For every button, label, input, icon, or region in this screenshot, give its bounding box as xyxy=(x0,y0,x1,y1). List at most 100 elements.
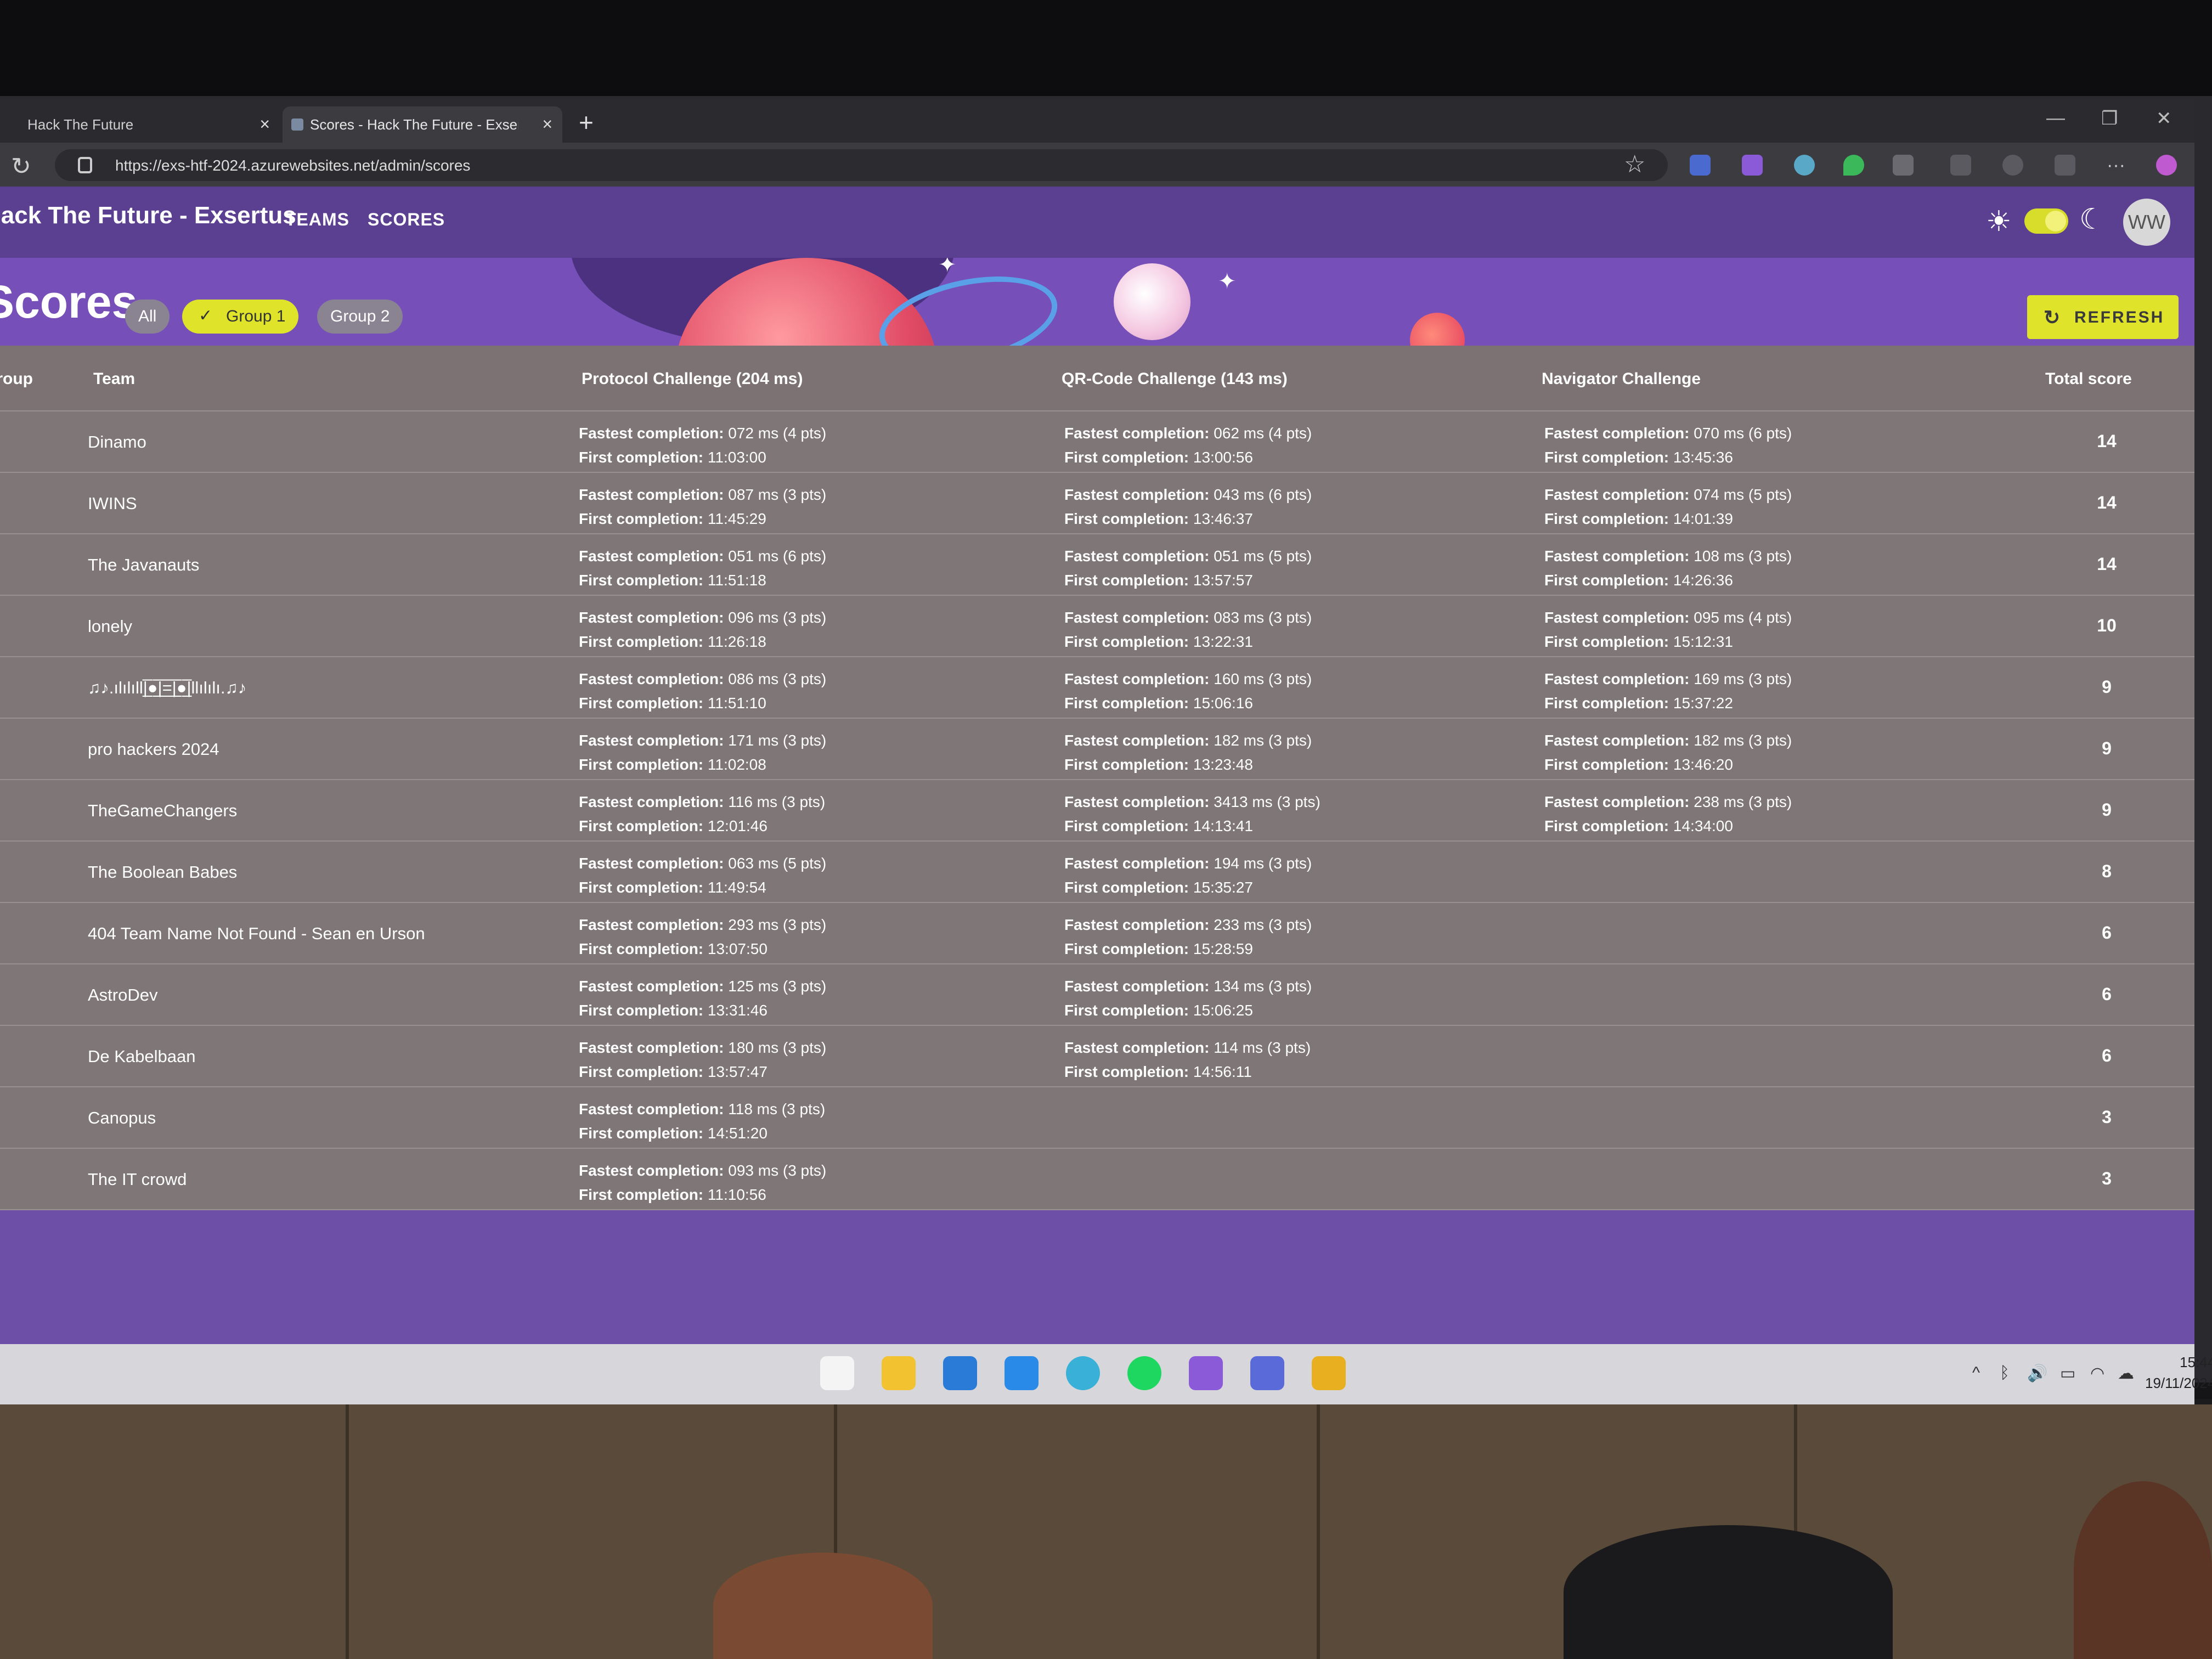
team-name: Dinamo xyxy=(88,432,146,452)
restore-icon[interactable]: ❐ xyxy=(2101,108,2118,129)
edge-icon[interactable] xyxy=(1066,1356,1100,1390)
table-row[interactable]: IWINS Fastest completion: 087 ms (3 pts) F… xyxy=(0,473,2194,534)
favorites-icon[interactable] xyxy=(1950,155,1971,176)
snipping-tool-icon[interactable] xyxy=(1312,1356,1346,1390)
first-line: First completion: 14:13:41 xyxy=(1064,814,1321,838)
extension-icon[interactable] xyxy=(1794,155,1815,176)
protocol-cell: Fastest completion: 063 ms (5 pts) First … xyxy=(579,851,826,900)
table-row[interactable]: ♫♪.ılılıll|̲̅̅●̲̅̅|̲̅̅=̲̅̅|̲̅̅●̲̅̅|llılı… xyxy=(0,657,2194,719)
extension-icon[interactable] xyxy=(1742,155,1763,176)
table-row[interactable]: The IT crowd Fastest completion: 093 ms (… xyxy=(0,1149,2194,1210)
total-score: 14 xyxy=(2097,554,2117,574)
reload-icon[interactable]: ↻ xyxy=(11,153,31,180)
brand-title[interactable]: Hack The Future - Exsertus xyxy=(0,202,296,229)
store-icon[interactable] xyxy=(820,1356,854,1390)
fastest-label: Fastest completion: xyxy=(1064,916,1210,933)
first-label: First completion: xyxy=(579,1002,704,1019)
theme-toggle[interactable] xyxy=(2024,208,2068,234)
first-value: 11:51:10 xyxy=(707,695,766,712)
close-icon[interactable]: × xyxy=(259,114,270,134)
copilot-icon[interactable] xyxy=(2156,155,2177,176)
lock-icon[interactable] xyxy=(78,157,92,173)
wifi-icon[interactable]: ◠ xyxy=(2090,1364,2104,1383)
teams-icon[interactable] xyxy=(1250,1356,1284,1390)
window-close-icon[interactable]: ✕ xyxy=(2156,108,2172,129)
col-team[interactable]: Team xyxy=(93,370,135,388)
fastest-line: Fastest completion: 095 ms (4 pts) xyxy=(1544,606,1792,630)
table-row[interactable]: The Javanauts Fastest completion: 051 ms … xyxy=(0,534,2194,596)
outlook-icon[interactable] xyxy=(943,1356,977,1390)
refresh-button[interactable]: ↻ REFRESH xyxy=(2027,295,2179,339)
fastest-line: Fastest completion: 083 ms (3 pts) xyxy=(1064,606,1312,630)
qr-cell: Fastest completion: 062 ms (4 pts) First … xyxy=(1064,421,1312,470)
nav-teams[interactable]: TEAMS xyxy=(285,210,349,230)
puzzle-icon[interactable] xyxy=(1893,155,1914,176)
nav-scores[interactable]: SCORES xyxy=(368,210,445,230)
first-value: 11:26:18 xyxy=(707,633,766,650)
col-navigator[interactable]: Navigator Challenge xyxy=(1542,370,1701,388)
fastest-value: 062 ms (4 pts) xyxy=(1214,425,1312,442)
onedrive-icon[interactable]: ☁ xyxy=(2118,1364,2134,1383)
table-row[interactable]: Canopus Fastest completion: 118 ms (3 pts… xyxy=(0,1087,2194,1149)
table-row[interactable]: TheGameChangers Fastest completion: 116 m… xyxy=(0,780,2194,842)
screenshot-icon[interactable] xyxy=(2055,155,2075,176)
tab-hack-the-future[interactable]: Hack The Future × xyxy=(0,106,280,143)
col-total[interactable]: Total score xyxy=(2045,370,2132,388)
table-row[interactable]: pro hackers 2024 Fastest completion: 171 … xyxy=(0,719,2194,780)
col-group[interactable]: Group xyxy=(0,370,33,388)
fastest-label: Fastest completion: xyxy=(1064,732,1210,749)
tray-expand-icon[interactable]: ^ xyxy=(1972,1364,1980,1383)
close-icon[interactable]: × xyxy=(542,114,552,134)
first-line: First completion: 13:57:47 xyxy=(579,1060,826,1084)
more-icon[interactable]: ··· xyxy=(2107,155,2128,176)
clock[interactable]: 15:44 19/11/2024 xyxy=(2145,1352,2212,1393)
first-line: First completion: 15:35:27 xyxy=(1064,876,1312,900)
table-row[interactable]: De Kabelbaan Fastest completion: 180 ms (… xyxy=(0,1026,2194,1087)
table-row[interactable]: Dinamo Fastest completion: 072 ms (4 pts)… xyxy=(0,411,2194,473)
new-tab-icon[interactable]: + xyxy=(579,108,594,137)
fastest-line: Fastest completion: 086 ms (3 pts) xyxy=(579,667,826,691)
table-row[interactable]: AstroDev Fastest completion: 125 ms (3 pt… xyxy=(0,964,2194,1026)
first-line: First completion: 14:34:00 xyxy=(1544,814,1792,838)
fastest-label: Fastest completion: xyxy=(1544,486,1690,503)
minimize-icon[interactable]: — xyxy=(2046,108,2065,129)
first-label: First completion: xyxy=(1064,1002,1189,1019)
first-value: 14:26:36 xyxy=(1673,572,1733,589)
fastest-label: Fastest completion: xyxy=(579,855,724,872)
fastest-label: Fastest completion: xyxy=(579,1162,724,1179)
first-label: First completion: xyxy=(579,1125,704,1142)
col-protocol[interactable]: Protocol Challenge (204 ms) xyxy=(582,370,803,388)
history-icon[interactable] xyxy=(2002,155,2023,176)
first-line: First completion: 13:57:57 xyxy=(1064,568,1312,592)
filter-group-2[interactable]: Group 2 xyxy=(317,300,403,334)
tab-scores[interactable]: Scores - Hack The Future - Exsertus × xyxy=(283,106,562,143)
first-label: First completion: xyxy=(579,940,704,957)
display-icon[interactable]: ▭ xyxy=(2060,1364,2075,1383)
navigator-cell: Fastest completion: 169 ms (3 pts) First … xyxy=(1544,667,1792,715)
visual-studio-icon[interactable] xyxy=(1189,1356,1223,1390)
first-value: 15:12:31 xyxy=(1673,633,1733,650)
filter-all[interactable]: All xyxy=(125,300,170,334)
table-row[interactable]: lonely Fastest completion: 096 ms (3 pts)… xyxy=(0,596,2194,657)
address-bar[interactable]: https://exs-htf-2024.azurewebsites.net/a… xyxy=(55,149,1668,181)
table-row[interactable]: 404 Team Name Not Found - Sean en Urson F… xyxy=(0,903,2194,964)
bluetooth-icon[interactable]: ᛒ xyxy=(2000,1364,2010,1383)
navigator-cell: Fastest completion: 070 ms (6 pts) First … xyxy=(1544,421,1792,470)
extension-icon[interactable] xyxy=(1690,155,1711,176)
fastest-label: Fastest completion: xyxy=(1064,855,1210,872)
file-explorer-icon[interactable] xyxy=(882,1356,916,1390)
fastest-label: Fastest completion: xyxy=(1064,1039,1210,1056)
shield-icon[interactable] xyxy=(1843,155,1864,176)
qr-cell: Fastest completion: 083 ms (3 pts) First … xyxy=(1064,606,1312,654)
fastest-value: 118 ms (3 pts) xyxy=(728,1101,826,1118)
spotify-icon[interactable] xyxy=(1127,1356,1161,1390)
clock-time: 15:44 xyxy=(2180,1354,2212,1370)
table-row[interactable]: The Boolean Babes Fastest completion: 063… xyxy=(0,842,2194,903)
volume-icon[interactable]: 🔊 xyxy=(2027,1364,2047,1383)
vscode-icon[interactable] xyxy=(1005,1356,1039,1390)
filter-group-1[interactable]: ✓ Group 1 xyxy=(182,300,299,334)
fastest-value: 293 ms (3 pts) xyxy=(728,916,827,933)
favorite-star-icon[interactable]: ☆ xyxy=(1624,150,1645,178)
col-qr[interactable]: QR-Code Challenge (143 ms) xyxy=(1062,370,1288,388)
avatar[interactable]: WW xyxy=(2123,199,2170,246)
